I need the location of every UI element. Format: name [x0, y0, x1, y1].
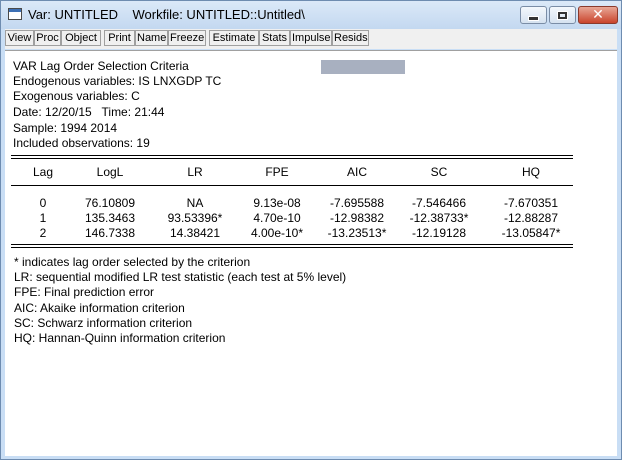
impulse-button[interactable]: Impulse	[290, 30, 332, 46]
toolbar: View Proc Object Print Name Freeze Estim…	[5, 29, 617, 49]
table-cell: -7.695588	[329, 196, 385, 210]
title-bar[interactable]: Var: UNTITLED Workfile: UNTITLED::Untitl…	[1, 1, 621, 29]
note-line: FPE: Final prediction error	[14, 285, 155, 299]
table-cell: -13.05847*	[501, 226, 561, 240]
view-button[interactable]: View	[5, 30, 34, 46]
column-header: SC	[430, 165, 448, 179]
stats-button[interactable]: Stats	[259, 30, 290, 46]
table-cell: -7.670351	[503, 196, 559, 210]
divider	[11, 158, 573, 159]
divider	[11, 244, 573, 245]
divider	[11, 155, 573, 156]
table-cell: 93.53396*	[167, 211, 223, 225]
table-cell: -7.546466	[411, 196, 467, 210]
table-cell: 135.3463	[84, 211, 136, 225]
maximize-icon	[557, 10, 568, 20]
table-cell: 4.00e-10*	[250, 226, 304, 240]
table-cell: 76.10809	[84, 196, 136, 210]
divider	[11, 185, 573, 186]
selection-highlight	[321, 60, 405, 74]
proc-button[interactable]: Proc	[34, 30, 61, 46]
estimate-button[interactable]: Estimate	[209, 30, 259, 46]
close-button[interactable]: ✕	[578, 6, 618, 24]
maximize-button[interactable]	[549, 6, 576, 24]
date-time: Date: 12/20/15 Time: 21:44	[13, 105, 165, 119]
freeze-button[interactable]: Freeze	[168, 30, 206, 46]
table-cell: 4.70e-10	[253, 211, 301, 225]
table-cell: -13.23513*	[327, 226, 387, 240]
column-header: LR	[187, 165, 203, 179]
divider	[11, 247, 573, 248]
note-line: LR: sequential modified LR test statisti…	[14, 270, 347, 284]
object-button[interactable]: Object	[61, 30, 101, 46]
column-header: FPE	[265, 165, 289, 179]
endogenous-variables: Endogenous variables: IS LNXGDP TC	[13, 74, 222, 88]
note-line: SC: Schwarz information criterion	[14, 316, 193, 330]
table-cell: 9.13e-08	[253, 196, 301, 210]
column-header: HQ	[522, 165, 540, 179]
table-cell: NA	[186, 196, 204, 210]
exogenous-variables: Exogenous variables: C	[13, 89, 140, 103]
table-cell: -12.38733*	[409, 211, 469, 225]
table-cell: -12.98382	[329, 211, 385, 225]
name-button[interactable]: Name	[135, 30, 168, 46]
report-title: VAR Lag Order Selection Criteria	[13, 59, 189, 73]
print-button[interactable]: Print	[104, 30, 135, 46]
var-window: Var: UNTITLED Workfile: UNTITLED::Untitl…	[0, 0, 622, 460]
table-cell: 1	[39, 211, 47, 225]
minimize-icon	[528, 15, 539, 21]
table-cell: 146.7338	[84, 226, 136, 240]
included-observations: Included observations: 19	[13, 136, 150, 150]
column-header: Lag	[32, 165, 54, 179]
resids-button[interactable]: Resids	[332, 30, 369, 46]
close-icon: ✕	[592, 7, 604, 23]
window-title: Var: UNTITLED Workfile: UNTITLED::Untitl…	[28, 7, 305, 22]
column-header: AIC	[346, 165, 367, 179]
table-cell: -12.19128	[411, 226, 467, 240]
column-header: LogL	[96, 165, 124, 179]
sample: Sample: 1994 2014	[13, 121, 118, 135]
note-line: HQ: Hannan-Quinn information criterion	[14, 331, 226, 345]
note-line: * indicates lag order selected by the cr…	[14, 255, 251, 269]
note-line: AIC: Akaike information criterion	[14, 301, 185, 315]
output-area[interactable]: VAR Lag Order Selection Criteria Endogen…	[5, 50, 617, 456]
table-cell: -12.88287	[503, 211, 559, 225]
minimize-button[interactable]	[520, 6, 547, 24]
table-cell: 14.38421	[169, 226, 221, 240]
table-cell: 0	[39, 196, 47, 210]
table-cell: 2	[39, 226, 47, 240]
window-icon	[8, 8, 22, 20]
